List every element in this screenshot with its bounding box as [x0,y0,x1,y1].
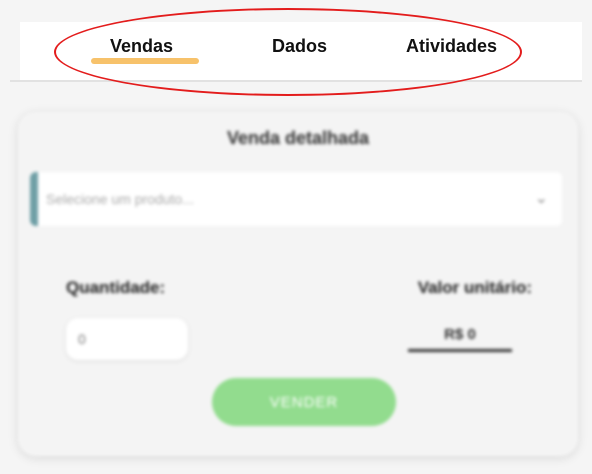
chevron-down-icon[interactable]: ⌄ [535,188,548,208]
tab-atividades[interactable]: Atividades [406,36,497,57]
product-select-placeholder: Selecione um produto... [46,191,194,207]
quantity-label: Quantidade: [66,278,166,297]
active-tab-indicator [91,58,199,64]
unit-value-display: R$ 0 [408,326,512,352]
sale-form-title: Venda detalhada [226,128,370,148]
select-accent-bar [30,172,38,226]
tab-vendas[interactable]: Vendas [110,36,173,57]
tab-bar-divider [10,80,582,82]
sell-button[interactable]: VENDER [212,378,396,426]
sale-form-card: Venda detalhada Selecione um produto... … [18,112,578,456]
tab-dados[interactable]: Dados [272,36,327,57]
quantity-input[interactable] [66,318,188,360]
unit-value-label: Valor unitário: [417,278,532,297]
product-select[interactable]: Selecione um produto... ⌄ [30,172,562,226]
